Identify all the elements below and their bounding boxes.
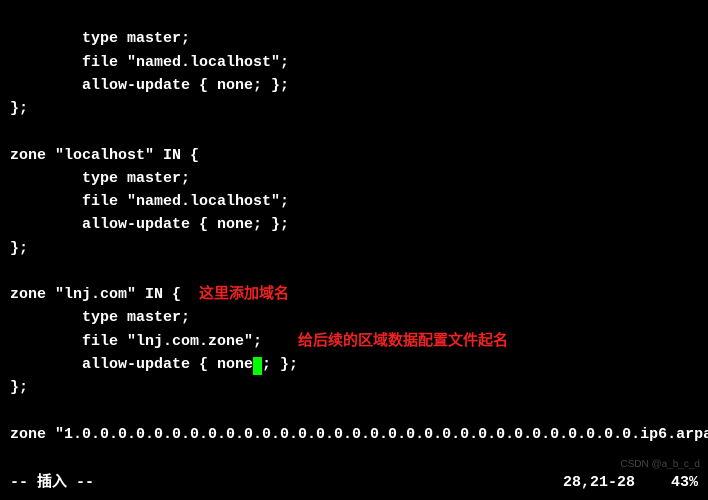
- cursor-position: 28,21-28: [563, 471, 635, 494]
- code-line: allow-update { none; };: [10, 216, 289, 233]
- annotation-zonefile: 给后续的区域数据配置文件起名: [262, 333, 508, 350]
- code-line: file "named.localhost";: [10, 54, 289, 71]
- code-line: type master;: [10, 309, 190, 326]
- text-cursor: [253, 357, 262, 375]
- code-line: allow-update { none: [10, 356, 253, 373]
- vim-mode: -- 插入 --: [10, 471, 94, 494]
- code-line: };: [10, 240, 28, 257]
- editor-area[interactable]: type master; file "named.localhost"; all…: [10, 4, 698, 446]
- code-line: zone "localhost" IN {: [10, 147, 199, 164]
- code-line: type master;: [10, 30, 190, 47]
- code-line: type master;: [10, 170, 190, 187]
- code-line: file "lnj.com.zone";: [10, 333, 262, 350]
- code-line: };: [10, 379, 28, 396]
- watermark: CSDN @a_b_c_d: [620, 457, 700, 473]
- code-line-tail: ; };: [262, 356, 298, 373]
- code-line: };: [10, 100, 28, 117]
- code-line: zone "lnj.com" IN {: [10, 286, 181, 303]
- code-line: file "named.localhost";: [10, 193, 289, 210]
- vim-status-bar: -- 插入 -- 28,21-28 43%: [10, 471, 698, 494]
- code-line: allow-update { none; };: [10, 77, 289, 94]
- annotation-domain: 这里添加域名: [181, 286, 289, 303]
- scroll-percent: 43%: [671, 471, 698, 494]
- code-line: zone "1.0.0.0.0.0.0.0.0.0.0.0.0.0.0.0.0.…: [10, 426, 708, 443]
